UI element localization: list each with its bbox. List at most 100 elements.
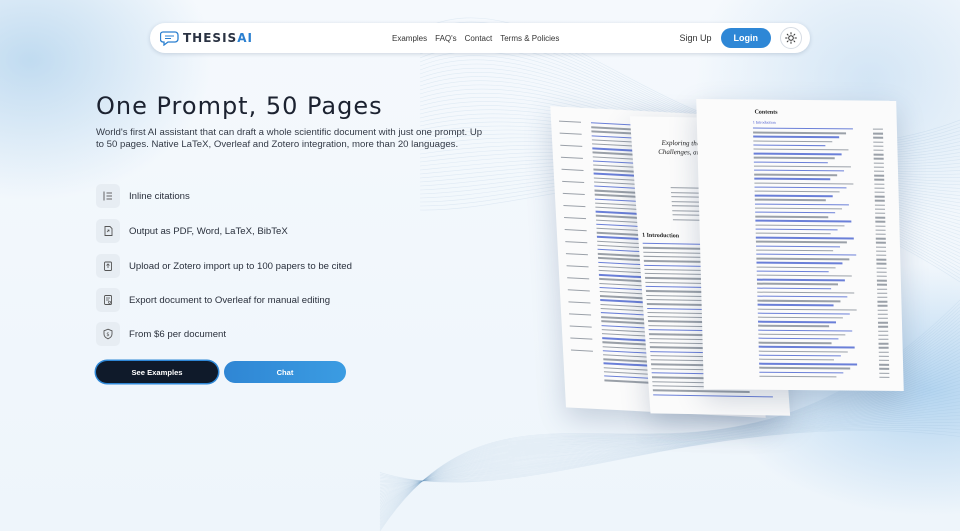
feature-upload-zotero: Upload or Zotero import up to 100 papers… [96, 254, 352, 278]
text-line [756, 262, 843, 265]
text-line [757, 295, 848, 298]
nav-link-examples[interactable]: Examples [392, 34, 427, 43]
text-line [756, 274, 852, 277]
theme-toggle-button[interactable] [780, 27, 802, 49]
text-line [876, 267, 887, 269]
text-line [876, 250, 887, 252]
text-line [755, 241, 847, 244]
text-line [756, 266, 836, 269]
text-line [753, 148, 849, 151]
preview-page-contents: Contents 1 Introduction [696, 99, 904, 391]
text-line [877, 313, 888, 315]
text-line [874, 170, 885, 173]
text-line [754, 203, 849, 206]
text-line [874, 195, 885, 198]
text-line [873, 132, 884, 135]
signup-link[interactable]: Sign Up [679, 33, 711, 43]
text-line [564, 216, 587, 220]
text-line [759, 367, 851, 370]
text-line [562, 180, 585, 184]
logo[interactable]: THESISAI [160, 30, 390, 46]
text-line [876, 258, 887, 261]
text-line [873, 162, 884, 164]
text-line [877, 288, 888, 290]
sun-icon [785, 32, 797, 44]
text-line [754, 190, 840, 193]
text-line [758, 320, 837, 323]
list-icon [96, 184, 120, 208]
intro-heading: 1 Introduction [641, 232, 680, 240]
text-line [757, 283, 839, 286]
nav-actions: Sign Up Login [679, 27, 802, 49]
text-line [758, 346, 855, 349]
text-line [758, 325, 830, 328]
text-line [875, 212, 886, 215]
text-line [754, 173, 838, 176]
text-line [753, 156, 835, 160]
text-line [877, 305, 888, 307]
text-line [878, 342, 889, 345]
text-line [875, 237, 886, 240]
text-line [875, 221, 886, 223]
nav-link-contact[interactable]: Contact [465, 34, 493, 43]
text-line [756, 257, 850, 261]
text-line [878, 326, 889, 328]
text-line [878, 355, 889, 358]
text-line [756, 270, 829, 273]
feature-label: Upload or Zotero import up to 100 papers… [129, 260, 352, 272]
text-line [879, 372, 890, 374]
chat-button[interactable]: Chat [224, 361, 346, 383]
text-line [875, 233, 886, 236]
text-line [875, 246, 887, 248]
text-line [877, 309, 888, 311]
text-line [873, 153, 884, 156]
text-line [755, 219, 852, 223]
text-line [754, 182, 854, 185]
see-examples-button[interactable]: See Examples [96, 361, 218, 383]
text-line [753, 165, 851, 168]
text-line [873, 141, 884, 143]
text-line [754, 169, 845, 172]
price-shield-icon: $ [96, 322, 120, 346]
text-line [758, 354, 841, 357]
nav-links: Examples FAQ's Contact Terms & Policies [392, 34, 559, 43]
text-line [560, 144, 583, 148]
text-line [563, 204, 586, 208]
text-line [560, 156, 583, 160]
text-line [756, 249, 834, 252]
text-line [878, 347, 889, 349]
text-line [874, 204, 885, 206]
text-line [875, 229, 886, 231]
text-line [758, 341, 832, 344]
logo-text: THESISAI [183, 31, 253, 45]
text-line [757, 304, 834, 307]
text-line [567, 277, 590, 280]
text-line [873, 145, 884, 147]
top-navbar: THESISAI Examples FAQ's Contact Terms & … [150, 23, 810, 53]
text-line [568, 301, 591, 304]
text-line [755, 207, 843, 210]
chat-bubble-logo-icon [160, 31, 179, 46]
text-line [758, 329, 853, 332]
feature-label: Export document to Overleaf for manual e… [129, 294, 331, 306]
nav-link-terms[interactable]: Terms & Policies [500, 34, 559, 43]
text-line [752, 127, 853, 130]
login-button[interactable]: Login [720, 28, 771, 48]
text-line [876, 275, 887, 278]
text-line [876, 263, 887, 265]
text-line [755, 236, 854, 240]
text-line [569, 325, 592, 328]
text-line [564, 229, 587, 232]
text-line [755, 211, 836, 214]
text-line [755, 224, 845, 227]
text-line [878, 359, 889, 362]
text-line [570, 349, 593, 353]
text-line [753, 131, 847, 134]
text-line [759, 375, 837, 378]
text-line [874, 179, 885, 181]
text-line [874, 191, 885, 194]
text-line [877, 292, 888, 294]
text-line [875, 242, 886, 244]
text-line [757, 308, 857, 311]
nav-link-faqs[interactable]: FAQ's [435, 34, 457, 43]
